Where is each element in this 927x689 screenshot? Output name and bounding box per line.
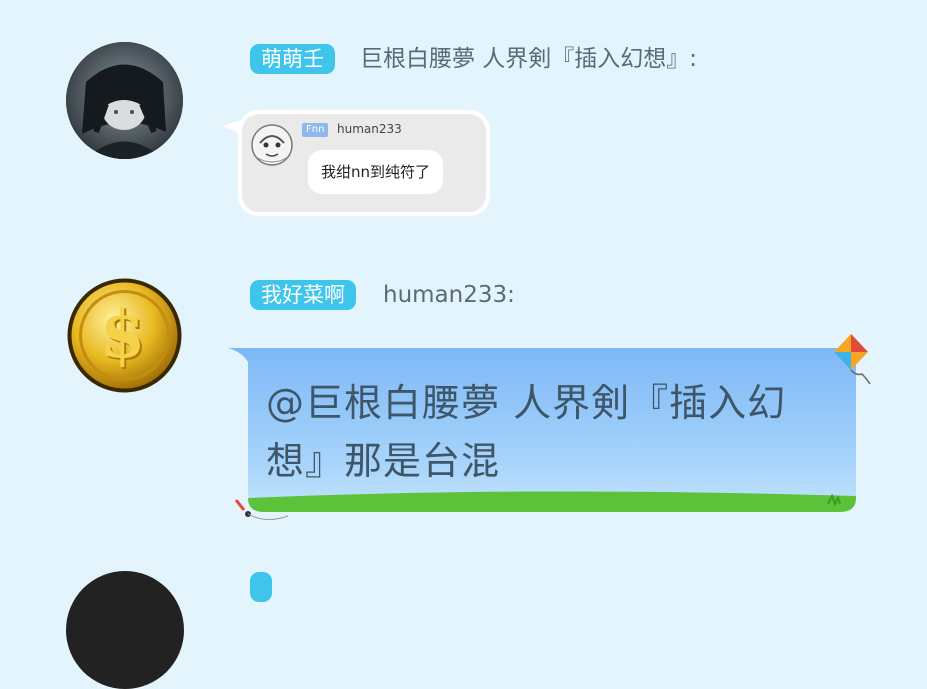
image-message-bubble[interactable]: Fnn human233 我绀nn到纯符了 [222,110,490,216]
user-title-badge: 我好菜啊 [250,280,356,310]
mini-message-text: 我绀nn到纯符了 [308,150,444,194]
mini-avatar-icon [250,123,294,167]
sender-name[interactable]: 巨根白腰夢 人界剣『插入幻想』: [360,44,697,74]
mini-sender-name: human233 [337,122,402,136]
mini-title-badge: Fnn [302,123,329,137]
embedded-screenshot: Fnn human233 我绀nn到纯符了 [242,114,486,212]
sender-name[interactable]: human233: [383,280,515,310]
user-avatar-1[interactable] [66,42,183,159]
message-text: @巨根白腰夢 人界剣『插入幻想』那是台混 [266,381,787,483]
svg-text:$: $ [100,295,146,373]
user-avatar-3[interactable] [66,571,184,689]
dollar-coin-icon: $ $ [67,278,182,393]
user-avatar-2[interactable]: $ $ [66,277,183,394]
kite-string-icon [234,499,289,520]
text-message-bubble[interactable]: @巨根白腰夢 人界剣『插入幻想』那是台混 [228,346,858,516]
kite-icon [834,334,871,385]
user-title-badge [250,572,272,602]
anime-character-icon [66,42,183,159]
user-title-badge: 萌萌壬 [250,44,335,74]
